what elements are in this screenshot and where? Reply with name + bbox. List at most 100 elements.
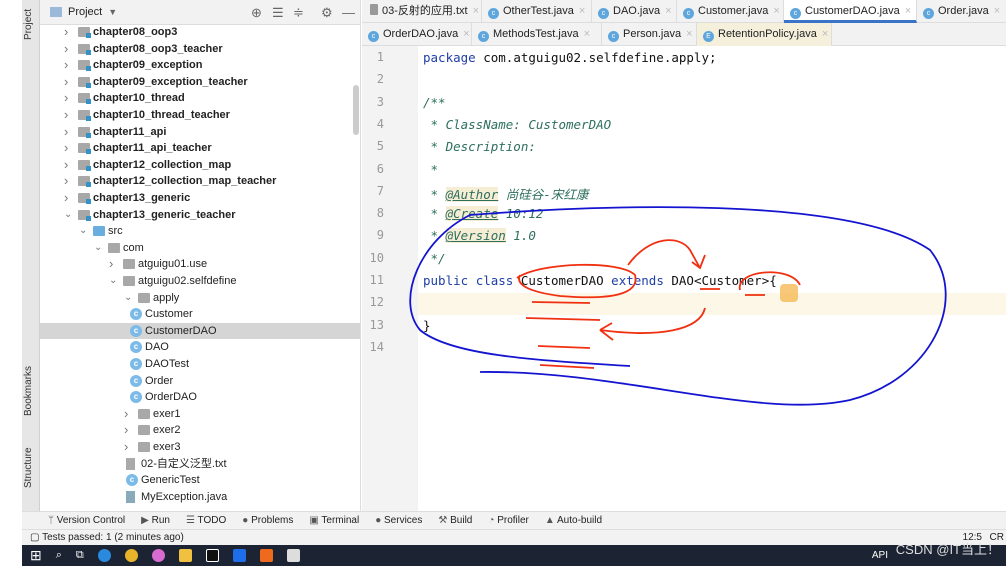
editor-tab[interactable]: E RetentionPolicy.java × [697, 23, 832, 46]
tree-item[interactable]: c CustomerDAO [40, 322, 360, 340]
editor-tab[interactable]: c OtherTest.java × [482, 0, 592, 23]
tool-button-todo[interactable]: ☰ TODO [186, 515, 226, 526]
minimize-icon[interactable]: — [342, 5, 355, 20]
tree-item[interactable]: c Order [40, 373, 360, 390]
tree-item[interactable]: › chapter09_exception_teacher [40, 74, 360, 91]
tree-item[interactable]: › exer2 [40, 422, 360, 439]
x-app-icon[interactable] [259, 549, 273, 562]
code-line[interactable]: /** [423, 95, 446, 110]
tool-button-profiler[interactable]: ◔ Profiler [488, 515, 529, 526]
editor-tab[interactable]: c DAO.java × [592, 0, 677, 23]
tree-item[interactable]: › chapter10_thread_teacher [40, 107, 360, 124]
chevron-down-icon[interactable]: ⌄ [94, 240, 102, 257]
tree-item[interactable]: c DAOTest [40, 356, 360, 373]
search-icon[interactable]: ⌕ [56, 549, 62, 562]
tree-item[interactable]: ⌄ com [40, 240, 360, 257]
api-tray[interactable]: API [872, 550, 888, 561]
chrome-icon[interactable] [124, 549, 138, 562]
tree-item[interactable]: MyException.java [40, 489, 360, 506]
tree-item[interactable]: c Customer [40, 306, 360, 323]
chevron-right-icon[interactable]: › [64, 173, 68, 190]
code-line[interactable]: } [423, 318, 431, 333]
tree-item[interactable]: › chapter12_collection_map_teacher [40, 173, 360, 190]
expand-all-icon[interactable]: ☰ [272, 5, 284, 21]
code-line[interactable]: * @Author 尚硅谷-宋红康 [423, 184, 588, 203]
tree-item[interactable]: › chapter08_oop3_teacher [40, 41, 360, 58]
task-view-icon[interactable]: ⧉ [76, 549, 84, 562]
tool-button-auto-build[interactable]: ▲ Auto-build [545, 515, 602, 526]
chevron-right-icon[interactable]: › [124, 422, 128, 439]
tool-button-terminal[interactable]: ▣ Terminal [309, 515, 359, 526]
chevron-down-icon[interactable]: ⌄ [79, 223, 87, 240]
file-explorer-icon[interactable] [178, 549, 192, 562]
editor-tab[interactable]: c CustomerDAO.java × [784, 0, 917, 23]
editor-tab[interactable]: c Customer.java × [677, 0, 784, 23]
chevron-right-icon[interactable]: › [64, 57, 68, 74]
edge-icon[interactable] [97, 549, 111, 562]
code-line[interactable]: * @Version 1.0 [423, 228, 536, 244]
code-line[interactable]: package com.atguigu02.selfdefine.apply; [423, 50, 717, 65]
code-line[interactable]: * Description: [423, 139, 536, 154]
tree-item[interactable]: › exer3 [40, 439, 360, 456]
gear-icon[interactable]: ⚙ [321, 5, 333, 21]
tree-item[interactable]: › chapter09_exception [40, 57, 360, 74]
tool-button-run[interactable]: ▶ Run [141, 515, 170, 526]
close-icon[interactable]: × [905, 5, 911, 17]
tool-button-services[interactable]: ● Services [375, 515, 422, 526]
tree-item[interactable]: ⌄ apply [40, 290, 360, 307]
code-line[interactable]: public class CustomerDAO extends DAO<Cus… [423, 273, 777, 288]
chevron-right-icon[interactable]: › [64, 74, 68, 91]
tree-item[interactable]: › atguigu01.use [40, 256, 360, 273]
tree-item[interactable]: › chapter11_api [40, 124, 360, 141]
chevron-down-icon[interactable]: ⌄ [64, 207, 72, 224]
close-icon[interactable]: × [665, 5, 671, 17]
editor-tab[interactable]: c Order.java × [917, 0, 1006, 23]
structure-tool-button[interactable]: Structure [23, 447, 34, 488]
collapse-all-icon[interactable]: ≑ [293, 5, 304, 21]
chevron-down-icon[interactable]: ⌄ [109, 273, 117, 290]
close-icon[interactable]: × [584, 28, 590, 40]
bookmarks-tool-button[interactable]: Bookmarks [23, 366, 34, 416]
chevron-right-icon[interactable]: › [64, 41, 68, 58]
tree-item[interactable]: › chapter10_thread [40, 90, 360, 107]
windows-start-icon[interactable]: ⊞ [30, 547, 42, 564]
chevron-right-icon[interactable]: › [109, 256, 113, 273]
tree-item[interactable]: c DAO [40, 339, 360, 356]
tree-scrollbar[interactable] [353, 85, 359, 135]
project-view-selector[interactable]: Project [68, 6, 102, 18]
editor-tab[interactable]: c Person.java × [602, 23, 697, 46]
tree-item[interactable]: ⌄ chapter13_generic_teacher [40, 207, 360, 224]
tree-item[interactable]: › chapter08_oop3 [40, 24, 360, 41]
tree-item[interactable]: c GenericTest [40, 472, 360, 489]
tree-item[interactable]: › exer1 [40, 406, 360, 423]
tree-item[interactable]: ⌄ atguigu02.selfdefine [40, 273, 360, 290]
close-icon[interactable]: × [579, 5, 585, 17]
intellij-icon[interactable] [205, 549, 219, 562]
code-editor[interactable]: 1 2 3 4 5 6 7 8 9 10 11 12 13 14 package com.atguigu0… [362, 46, 1006, 511]
status-message[interactable]: Tests passed: 1 (2 minutes ago) [42, 532, 184, 543]
chevron-right-icon[interactable]: › [64, 107, 68, 124]
close-icon[interactable]: × [822, 28, 828, 40]
locate-icon[interactable]: ⊕ [251, 5, 262, 21]
tree-item[interactable]: › chapter12_collection_map [40, 157, 360, 174]
tree-item[interactable]: c OrderDAO [40, 389, 360, 406]
chevron-right-icon[interactable]: › [64, 190, 68, 207]
close-icon[interactable]: × [463, 28, 469, 40]
chevron-right-icon[interactable]: › [64, 24, 68, 41]
p-app-icon[interactable] [232, 549, 246, 562]
close-icon[interactable]: × [686, 28, 692, 40]
project-tool-button[interactable]: Project [23, 9, 34, 40]
code-line[interactable]: * @Create 10:12 [423, 206, 543, 222]
chevron-down-icon[interactable]: ▼ [108, 7, 117, 17]
tool-button-problems[interactable]: ● Problems [242, 515, 293, 526]
editor-tab[interactable]: c OrderDAO.java × [362, 23, 472, 46]
browser-icon[interactable] [151, 549, 165, 562]
tree-item[interactable]: › chapter13_generic [40, 190, 360, 207]
chevron-right-icon[interactable]: › [64, 140, 68, 157]
editor-tab[interactable]: c MethodsTest.java × [472, 23, 602, 46]
tree-item[interactable]: › chapter11_api_teacher [40, 140, 360, 157]
chevron-right-icon[interactable]: › [124, 406, 128, 423]
close-icon[interactable]: × [994, 5, 1000, 17]
close-icon[interactable]: × [473, 5, 479, 17]
notepad-icon[interactable] [286, 549, 300, 562]
